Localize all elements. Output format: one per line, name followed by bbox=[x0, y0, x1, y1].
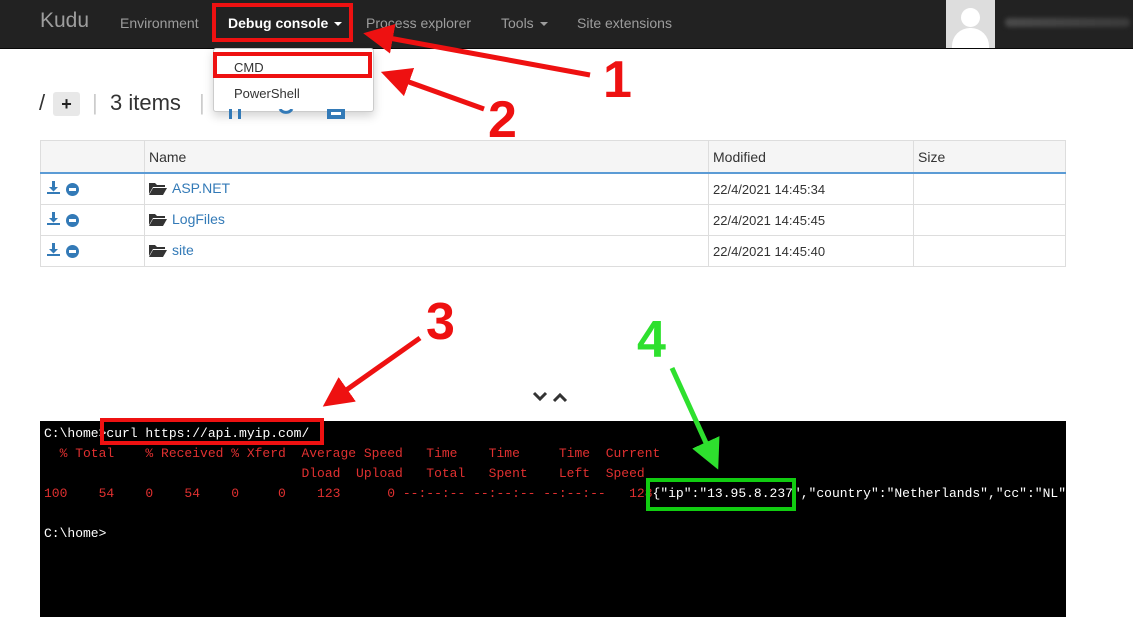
download-icon[interactable] bbox=[47, 181, 60, 197]
cmd-console[interactable]: C:\home>curl https://api.myip.com/ % Tot… bbox=[40, 421, 1074, 617]
row-modified: 22/4/2021 14:45:45 bbox=[708, 204, 914, 236]
caret-down-icon bbox=[539, 22, 548, 27]
folder-link[interactable]: site bbox=[172, 242, 194, 258]
download-icon[interactable] bbox=[47, 212, 60, 228]
delete-icon[interactable] bbox=[66, 244, 79, 258]
brand-label: Kudu bbox=[40, 9, 90, 32]
nav-site-extensions[interactable]: Site extensions bbox=[577, 15, 672, 31]
curl-progress: 100 54 0 54 0 0 123 0 --:--:-- --:--:-- … bbox=[44, 486, 653, 501]
top-navbar: Kudu Environment Debug console Process e… bbox=[0, 0, 1133, 49]
row-actions bbox=[40, 235, 145, 267]
column-header-modified[interactable]: Modified bbox=[708, 140, 914, 174]
column-header-actions bbox=[40, 140, 145, 174]
nav-process-explorer[interactable]: Process explorer bbox=[366, 15, 471, 31]
table-row: ASP.NET 22/4/2021 14:45:34 bbox=[40, 172, 1066, 205]
row-name: site bbox=[144, 235, 709, 267]
folder-open-icon bbox=[149, 244, 167, 260]
folder-open-icon bbox=[149, 213, 167, 229]
console-prompt: C:\home> bbox=[44, 426, 107, 441]
nav-tools-label: Tools bbox=[501, 15, 534, 31]
menu-item-powershell[interactable]: PowerShell bbox=[234, 86, 300, 101]
avatar-body-shape bbox=[952, 28, 989, 48]
panel-resize-control[interactable] bbox=[532, 390, 568, 407]
refresh-icon[interactable] bbox=[278, 106, 294, 122]
download-icon[interactable] bbox=[47, 243, 60, 259]
row-size bbox=[913, 235, 1066, 267]
row-size bbox=[913, 204, 1066, 236]
annotation-box-debug-console bbox=[212, 3, 353, 42]
folder-open-icon bbox=[149, 182, 167, 198]
avatar-head-shape bbox=[961, 8, 980, 27]
curl-header-line2: Dload Upload Total Spent Left Speed bbox=[44, 466, 645, 481]
table-header-row: Name Modified Size bbox=[40, 140, 1066, 174]
curl-output-line: 100 54 0 54 0 0 123 0 --:--:-- --:--:-- … bbox=[44, 486, 1074, 502]
annotation-number-2: 2 bbox=[488, 91, 517, 149]
kudu-logo[interactable]: Kudu bbox=[40, 9, 89, 33]
nav-environment[interactable]: Environment bbox=[120, 15, 199, 31]
folder-link[interactable]: LogFiles bbox=[172, 211, 225, 227]
annotation-box-cmd bbox=[213, 52, 372, 78]
delete-icon[interactable] bbox=[66, 182, 79, 196]
items-count: 3 items bbox=[110, 90, 181, 115]
column-header-size[interactable]: Size bbox=[913, 140, 1066, 174]
row-name: LogFiles bbox=[144, 204, 709, 236]
toolbar-divider: | bbox=[92, 90, 98, 115]
curl-header-line1: % Total % Received % Xferd Average Speed… bbox=[44, 446, 661, 461]
row-actions bbox=[40, 204, 145, 236]
file-table: Name Modified Size ASP.NET 22/4/2021 14:… bbox=[40, 140, 1066, 267]
username-redacted bbox=[1005, 18, 1130, 27]
breadcrumb-root[interactable]: / bbox=[39, 90, 45, 116]
arrow-2 bbox=[380, 67, 485, 112]
console-prompt-line: C:\home> bbox=[44, 526, 107, 541]
chevron-down-up-icon bbox=[532, 391, 568, 403]
annotation-number-4: 4 bbox=[637, 311, 666, 369]
row-size bbox=[913, 172, 1066, 205]
annotation-box-command bbox=[100, 418, 324, 445]
json-rest: ,"country":"Netherlands","cc":"NL"} bbox=[800, 486, 1074, 501]
row-actions bbox=[40, 172, 145, 205]
toolbar-divider: | bbox=[199, 90, 205, 115]
row-modified: 22/4/2021 14:45:40 bbox=[708, 235, 914, 267]
annotation-number-3: 3 bbox=[426, 293, 455, 351]
new-folder-icon[interactable] bbox=[327, 106, 345, 122]
table-row: site 22/4/2021 14:45:40 bbox=[40, 235, 1066, 267]
add-button[interactable]: + bbox=[53, 92, 80, 116]
delete-icon[interactable] bbox=[66, 213, 79, 227]
arrow-3 bbox=[322, 335, 422, 407]
user-avatar[interactable] bbox=[946, 0, 995, 48]
nav-tools[interactable]: Tools bbox=[501, 15, 548, 31]
column-header-name[interactable]: Name bbox=[144, 140, 709, 174]
annotation-box-ip bbox=[646, 478, 796, 511]
row-name: ASP.NET bbox=[144, 172, 709, 205]
annotation-number-1: 1 bbox=[603, 51, 632, 109]
row-modified: 22/4/2021 14:45:34 bbox=[708, 172, 914, 205]
folder-link[interactable]: ASP.NET bbox=[172, 180, 230, 196]
table-row: LogFiles 22/4/2021 14:45:45 bbox=[40, 204, 1066, 236]
upload-icon[interactable] bbox=[228, 106, 242, 122]
